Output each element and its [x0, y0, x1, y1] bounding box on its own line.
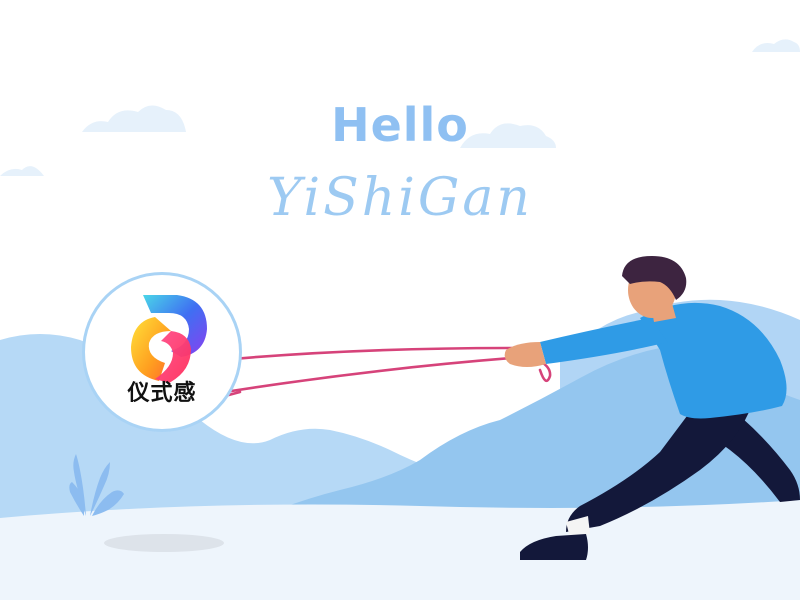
cloud-top-right	[752, 39, 800, 52]
ground	[0, 500, 800, 600]
brand-name: YiShiGan	[267, 168, 533, 228]
hello-heading: Hello	[331, 98, 469, 152]
app-logo-badge: 仪式感	[82, 272, 242, 432]
man-hand	[504, 342, 546, 367]
ground-shadow	[104, 534, 224, 552]
splash-screen: Hello YiShiGan 仪式感	[0, 0, 800, 600]
logo-caption: 仪式感	[127, 381, 197, 406]
